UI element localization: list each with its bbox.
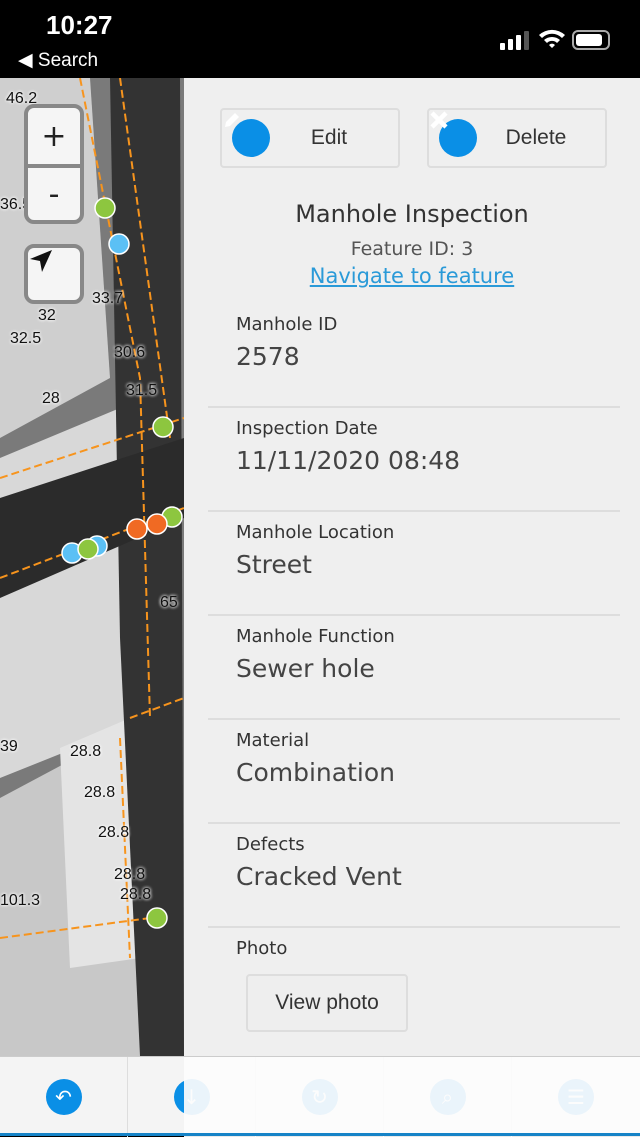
map-label: 31.5	[126, 382, 158, 399]
map-label: 32	[38, 307, 56, 324]
view-photo-button[interactable]: View photo	[246, 974, 408, 1032]
field-label: Manhole Function	[236, 626, 395, 647]
field-manhole-function: Manhole Function Sewer hole	[208, 616, 620, 720]
map-point	[108, 233, 130, 255]
locate-button[interactable]	[24, 244, 84, 304]
field-value: Combination	[236, 758, 395, 787]
signal-icon	[500, 30, 529, 50]
feature-panel: Edit Delete Manhole Inspection Feature I…	[184, 78, 640, 1056]
battery-icon	[572, 30, 610, 50]
map-label: 28.8	[98, 824, 130, 841]
clock: 10:27	[46, 10, 113, 40]
map-point	[146, 907, 168, 929]
field-inspection-date: Inspection Date 11/11/2020 08:48	[208, 408, 620, 512]
status-bar: 10:27 ◀ Search	[0, 0, 640, 78]
field-label: Inspection Date	[236, 418, 378, 439]
wifi-icon	[539, 29, 565, 48]
bottom-toolbar: ↶ ↓ ↻ ⌕ ☰	[0, 1056, 640, 1137]
map-label: 30.6	[114, 344, 146, 361]
field-label: Manhole Location	[236, 522, 395, 543]
zoom-control: + -	[24, 104, 84, 224]
map-label: 28.8	[114, 866, 146, 883]
undo-icon: ↶	[45, 1079, 82, 1115]
field-value: Street	[236, 550, 312, 579]
map-label: 28.8	[120, 886, 152, 903]
zoom-in-button[interactable]: +	[28, 108, 80, 164]
delete-label: Delete	[505, 126, 567, 149]
field-value: Sewer hole	[236, 654, 375, 683]
panel-title: Manhole Inspection	[295, 200, 529, 228]
pencil-icon	[225, 113, 270, 157]
zoom-out-button[interactable]: -	[28, 164, 80, 220]
map-point	[152, 416, 174, 438]
field-manhole-location: Manhole Location Street	[208, 512, 620, 616]
edit-label: Edit	[310, 126, 348, 149]
map-label: 32.5	[10, 330, 42, 347]
map-point	[146, 513, 168, 535]
field-value: Cracked Vent	[236, 862, 402, 891]
feature-id: Feature ID: 3	[350, 238, 474, 260]
field-label: Material	[236, 730, 310, 751]
navigate-to-feature-link[interactable]: Navigate to feature	[184, 264, 640, 288]
map-label: 39	[0, 738, 18, 755]
map-label: 28.8	[84, 784, 116, 801]
delete-button[interactable]: Delete	[427, 108, 607, 168]
edit-button[interactable]: Edit	[220, 108, 400, 168]
location-arrow-icon	[30, 250, 52, 272]
field-manhole-id: Manhole ID 2578	[208, 304, 620, 408]
map-point	[94, 197, 116, 219]
field-value: 2578	[236, 342, 300, 371]
field-defects: Defects Cracked Vent	[208, 824, 620, 928]
field-label: Manhole ID	[236, 314, 338, 335]
map-view[interactable]: 46.2 36.5 33.7 32 32.5 30.6 28 31.5 65 3…	[0, 78, 640, 1056]
map-label: 33.7	[92, 290, 124, 307]
photo-label: Photo	[236, 938, 288, 959]
undo-button[interactable]: ↶	[0, 1057, 128, 1137]
field-value: 11/11/2020 08:48	[236, 446, 461, 475]
map-point	[77, 538, 99, 560]
field-material: Material Combination	[208, 720, 620, 824]
field-label: Defects	[236, 834, 305, 855]
back-to-search[interactable]: ◀ Search	[18, 49, 98, 72]
close-icon	[430, 111, 477, 157]
map-point	[126, 518, 148, 540]
map-label: 28.8	[70, 743, 102, 760]
map-label: 101.3	[0, 892, 41, 909]
panel-overlay	[184, 1057, 640, 1137]
map-label: 65	[160, 594, 178, 611]
map-label: 28	[42, 390, 60, 407]
